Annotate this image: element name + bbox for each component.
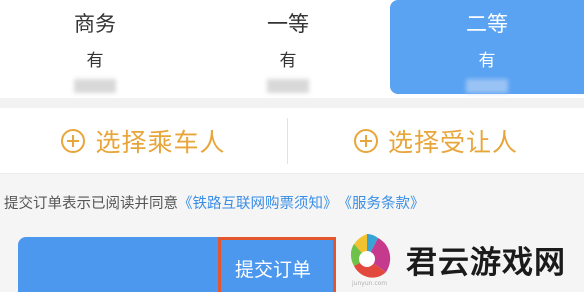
seat-name: 一等 bbox=[267, 12, 309, 36]
select-transferee-button[interactable]: 选择受让人 bbox=[288, 108, 584, 174]
seat-price-blurred bbox=[267, 79, 309, 93]
submit-order-label: 提交订单 bbox=[234, 259, 311, 281]
seat-availability: 有 bbox=[279, 51, 297, 71]
plus-circle-icon bbox=[61, 129, 86, 153]
seat-availability: 有 bbox=[86, 51, 104, 71]
seat-price-blurred bbox=[74, 79, 116, 93]
seat-option-second-class-selected[interactable]: 二等 有 bbox=[390, 0, 584, 94]
seat-price-blurred bbox=[466, 79, 508, 93]
select-passenger-button[interactable]: 选择乘车人 bbox=[0, 108, 287, 174]
select-passenger-label: 选择乘车人 bbox=[95, 128, 226, 157]
section-divider bbox=[0, 98, 584, 108]
agreement-text: 提交订单表示已阅读并同意 bbox=[4, 195, 178, 212]
plus-circle-icon bbox=[353, 129, 378, 153]
seat-class-row: 商务 有 一等 有 二等 有 bbox=[0, 0, 584, 98]
watermark-subtext: junyun.com bbox=[352, 280, 388, 287]
select-transferee-label: 选择受让人 bbox=[387, 128, 518, 157]
seat-option-business[interactable]: 商务 有 bbox=[0, 0, 190, 94]
submit-order-button[interactable]: 提交订单 bbox=[218, 237, 336, 292]
seat-name: 商务 bbox=[74, 12, 116, 36]
seat-availability: 有 bbox=[478, 51, 496, 71]
seat-name: 二等 bbox=[466, 12, 508, 36]
watermark-text: 君云游戏网 bbox=[406, 244, 566, 281]
agreement-notice: 提交订单表示已阅读并同意 《铁路互联网购票须知》 《服务条款》 bbox=[0, 174, 584, 230]
seat-option-first-class[interactable]: 一等 有 bbox=[190, 0, 386, 94]
passenger-actions-row: 选择乘车人 选择受让人 bbox=[0, 108, 584, 174]
ticket-notice-link[interactable]: 《铁路互联网购票须知》 bbox=[178, 192, 338, 213]
service-terms-link[interactable]: 《服务条款》 bbox=[338, 192, 425, 213]
